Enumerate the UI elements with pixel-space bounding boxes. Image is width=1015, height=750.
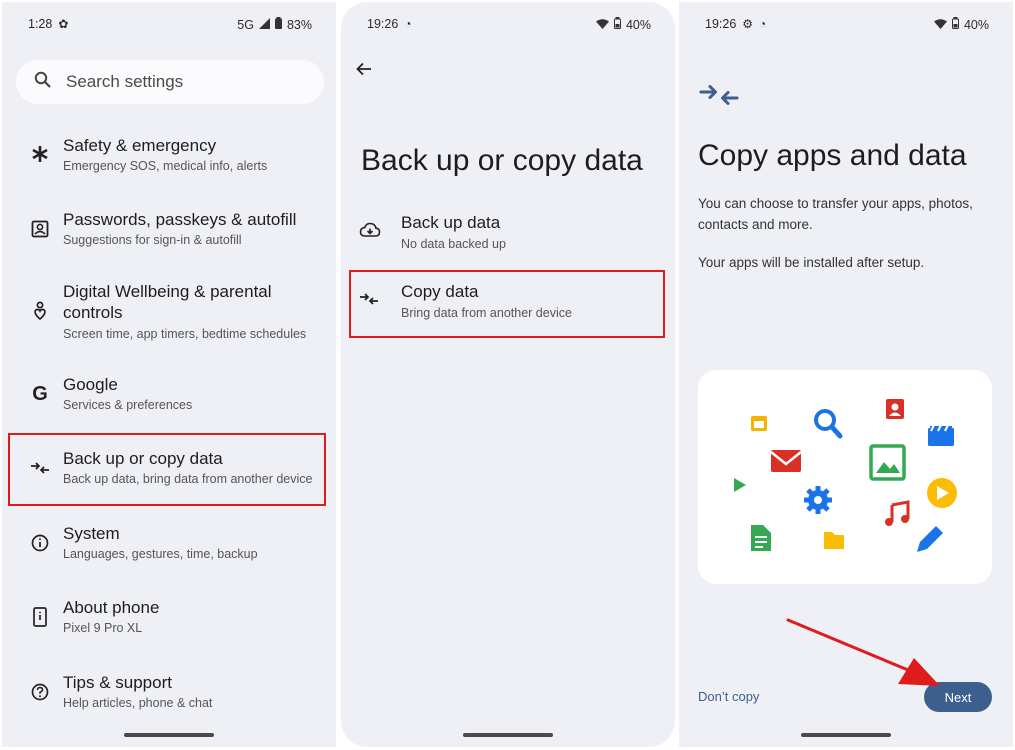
sync-icon: ◔ [759,17,767,31]
settings-item-subtitle: Services & preferences [63,398,193,412]
music-icon [885,500,910,526]
settings-item-title: About phone [63,598,160,617]
page-title: Back up or copy data [361,144,643,177]
settings-item-system[interactable]: System Languages, gestures, time, backup [2,523,336,583]
settings-item-subtitle: Languages, gestures, time, backup [63,547,258,561]
settings-item-tips[interactable]: Tips & support Help articles, phone & ch… [2,672,336,732]
wellbeing-icon [30,301,50,321]
settings-screen: 1:28 ✿ 5G 83% Search settings Safety & e… [2,2,336,747]
magnifier-icon [814,409,843,439]
search-icon [34,71,52,94]
status-time: 19:26 [705,17,737,31]
option-title: Back up data [401,213,501,232]
settings-item-title: Digital Wellbeing & parental controls [63,282,272,322]
battery-icon [951,17,959,32]
settings-item-subtitle: Emergency SOS, medical info, alerts [63,159,268,173]
document-icon [751,525,771,551]
status-bar: 1:28 ✿ 5G 83% [2,17,336,35]
pencil-icon [917,526,943,552]
red-arrow-annotation [780,612,950,692]
media-play-icon [927,478,957,508]
search-placeholder: Search settings [66,72,184,91]
status-bar: 19:26 ⚙ ◔ 40% [679,17,1013,35]
home-indicator[interactable] [801,733,891,737]
back-arrow-icon[interactable] [355,60,379,84]
highlight-box [349,270,665,338]
settings-item-subtitle: Pixel 9 Pro XL [63,621,143,635]
page-title: Copy apps and data [698,139,967,172]
calendar-icon [751,416,767,431]
settings-item-safety[interactable]: Safety & emergency Emergency SOS, medica… [2,135,336,195]
folder-icon [824,532,844,549]
help-icon [30,682,50,702]
pinwheel-icon: ✿ [58,17,69,31]
search-bar[interactable]: Search settings [16,60,324,104]
play-icon [734,478,746,492]
battery-percent: 40% [963,17,989,32]
settings-item-passwords[interactable]: Passwords, passkeys & autofill Suggestio… [2,209,336,269]
info-icon [30,533,50,553]
contact-icon [886,399,904,419]
home-indicator[interactable] [124,733,214,737]
settings-item-title: Tips & support [63,673,172,692]
battery-percent: 83% [286,17,312,32]
sync-icon: ◔ [404,17,412,31]
mail-icon [770,450,802,472]
settings-item-subtitle: Help articles, phone & chat [63,696,213,710]
google-icon: G [32,382,48,405]
status-bar: 19:26 ◔ 40% [341,17,675,35]
settings-item-subtitle: Screen time, app timers, bedtime schedul… [63,327,307,341]
status-time: 19:26 [367,17,399,31]
backup-screen: 19:26 ◔ 40% Back up or copy data Back up… [341,2,675,747]
dont-copy-link[interactable]: Don’t copy [698,689,759,704]
status-time: 1:28 [28,17,53,31]
settings-item-about[interactable]: About phone Pixel 9 Pro XL [2,597,336,657]
battery-icon [613,17,621,32]
battery-icon [274,17,282,32]
settings-item-title: Google [63,375,118,394]
wifi-icon [595,18,609,32]
network-label: 5G [237,17,254,32]
settings-item-title: Safety & emergency [63,136,217,155]
transfer-icon [699,82,739,110]
install-note: Your apps will be installed after setup. [698,255,925,270]
settings-item-google[interactable]: G Google Services & preferences [2,374,336,434]
cloud-backup-icon [359,221,381,243]
phone-icon [30,607,50,627]
settings-item-title: Passwords, passkeys & autofill [63,210,297,229]
battery-percent: 40% [625,17,651,32]
settings-gear-icon [804,486,832,514]
settings-item-wellbeing[interactable]: Digital Wellbeing & parental controls Sc… [2,281,336,351]
video-icon [928,424,954,446]
option-subtitle: No data backed up [401,237,506,251]
person-badge-icon [30,219,50,239]
gear-icon: ⚙ [742,17,754,31]
option-backup-data[interactable]: Back up data No data backed up [341,205,675,265]
apps-illustration [698,370,992,584]
settings-item-subtitle: Suggestions for sign-in & autofill [63,233,242,247]
home-indicator[interactable] [463,733,553,737]
highlight-box [8,433,326,506]
description-text: You can choose to transfer your apps, ph… [698,196,973,232]
signal-icon [258,17,270,32]
settings-item-title: System [63,524,120,543]
asterisk-icon [30,144,50,164]
wifi-icon [933,18,947,32]
photo-icon [869,444,906,481]
